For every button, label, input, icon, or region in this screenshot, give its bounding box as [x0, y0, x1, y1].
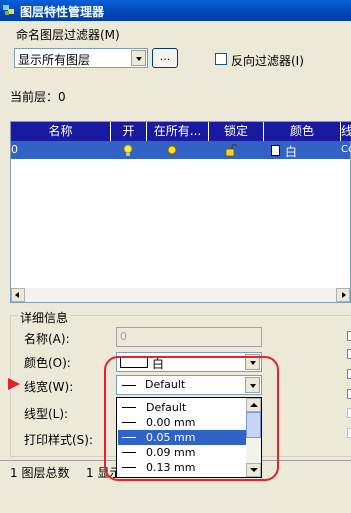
layer-filter-select[interactable]: 显示所有图层 [14, 48, 148, 68]
sun-icon[interactable] [165, 143, 179, 157]
chevron-down-icon[interactable] [131, 50, 146, 66]
option-checkbox[interactable] [347, 369, 351, 379]
layer-name-value: 0 [120, 330, 127, 343]
annotation-highlight [104, 356, 279, 481]
window-title: 图层特性管理器 [20, 5, 105, 19]
scroll-left-icon[interactable] [11, 288, 25, 302]
lineweight-label: 线宽(W): [24, 380, 74, 394]
name-label: 名称(A): [24, 332, 70, 346]
table-row[interactable]: 0 白 Co [11, 141, 351, 159]
column-header-name[interactable]: 名称 [11, 122, 111, 141]
option-checkbox[interactable] [347, 408, 351, 418]
total-layers-text: 1 图层总数 [10, 466, 70, 480]
column-header-linetype[interactable]: 线 [341, 122, 351, 141]
filter-browse-button[interactable]: ... [152, 48, 178, 68]
layer-table[interactable]: 名称 开 在所有... 锁定 颜色 线 0 白 Co [10, 121, 351, 303]
linetype-label: 线型(L): [24, 407, 69, 421]
column-header-freeze-all[interactable]: 在所有... [147, 122, 209, 141]
title-bar: 图层特性管理器 [0, 0, 351, 21]
column-header-lock[interactable]: 锁定 [209, 122, 264, 141]
current-layer-text: 当前层：0 [10, 90, 66, 104]
column-header-on[interactable]: 开 [111, 122, 147, 141]
plotstyle-label: 打印样式(S): [24, 433, 94, 447]
color-label: 颜色(O): [24, 356, 71, 370]
option-checkbox[interactable] [347, 349, 351, 359]
details-group-label: 详细信息 [18, 309, 71, 326]
layer-linetype-cell: Co [341, 144, 351, 155]
annotation-arrow [8, 378, 20, 390]
option-checkbox[interactable] [347, 428, 351, 438]
option-checkbox[interactable] [347, 389, 351, 399]
column-header-color[interactable]: 颜色 [264, 122, 341, 141]
scroll-right-icon[interactable] [336, 288, 350, 302]
unlock-icon[interactable] [224, 143, 238, 157]
filter-group-label: 命名图层过滤器(M) [16, 28, 120, 42]
layer-filter-value: 显示所有图层 [18, 53, 91, 67]
layer-color-cell: 白 [285, 145, 298, 159]
app-icon [3, 5, 14, 15]
horizontal-scrollbar[interactable] [11, 288, 350, 302]
option-checkbox[interactable] [347, 331, 351, 341]
layer-name-cell: 0 [11, 143, 18, 156]
invert-filter-checkbox[interactable] [215, 53, 227, 65]
color-swatch[interactable] [271, 145, 280, 156]
invert-filter-label: 反向过滤器(I) [231, 54, 304, 68]
lightbulb-icon[interactable] [122, 144, 134, 157]
layer-name-field[interactable]: 0 [116, 327, 262, 347]
